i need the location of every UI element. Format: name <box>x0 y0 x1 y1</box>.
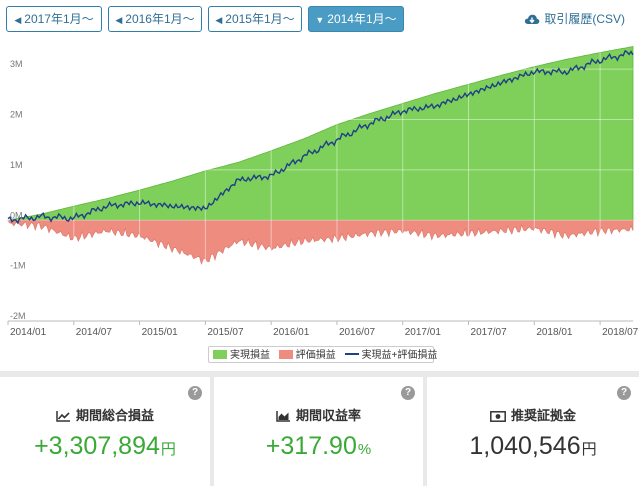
y-tick-label: 0M <box>10 210 23 220</box>
stat-title: 期間総合損益 <box>0 405 210 424</box>
x-tick-label: 2015/01 <box>142 327 179 338</box>
stat-title: 推奨証拠金 <box>427 405 639 424</box>
stat-value: +3,307,894円 <box>34 432 176 460</box>
x-tick-label: 2015/07 <box>207 327 244 338</box>
legend-item-total[interactable]: 実現益+評価損益 <box>344 347 438 364</box>
period-button-2014[interactable]: ▼ 2014年1月〜 <box>308 6 404 32</box>
help-icon[interactable]: ? <box>617 386 631 400</box>
period-button-2016[interactable]: ◀ 2016年1月〜 <box>108 6 202 32</box>
help-icon[interactable]: ? <box>401 386 415 400</box>
x-tick-label: 2014/07 <box>76 327 113 338</box>
x-tick-label: 2018/01 <box>536 327 573 338</box>
period-label: 2015年1月〜 <box>225 12 295 26</box>
stats-panel: ? 期間総合損益 +3,307,894円 ? 期間収益率 +317.90% ? … <box>0 371 639 492</box>
legend-item-realized[interactable]: 実現損益 <box>213 347 270 364</box>
legend-label: 実現益+評価損益 <box>361 350 438 361</box>
stat-value: 1,040,546円 <box>469 432 597 460</box>
period-label: 2017年1月〜 <box>24 12 94 26</box>
period-label: 2016年1月〜 <box>125 12 195 26</box>
period-button-2017[interactable]: ◀ 2017年1月〜 <box>6 6 102 32</box>
y-tick-label: 2M <box>10 110 23 120</box>
x-tick-label: 2018/07 <box>602 327 639 338</box>
x-tick-label: 2016/07 <box>339 327 376 338</box>
y-tick-label: -1M <box>10 261 26 271</box>
y-tick-label: 1M <box>10 160 23 170</box>
period-toolbar: ◀ 2017年1月〜 ◀ 2016年1月〜 ◀ 2015年1月〜 ▼ 2014年1月〜 … <box>0 0 639 40</box>
period-label: 2014年1月〜 <box>327 12 397 26</box>
stat-value: +317.90% <box>265 432 372 460</box>
y-tick-label: -2M <box>10 311 26 321</box>
line-chart-icon <box>56 411 70 422</box>
csv-download-link[interactable]: 取引履歴(CSV) <box>524 10 625 27</box>
legend-swatch <box>344 353 359 355</box>
x-tick-label: 2017/01 <box>405 327 442 338</box>
cloud-download-icon <box>525 14 540 24</box>
caret-left-icon: ◀ <box>14 15 22 25</box>
csv-link-label: 取引履歴(CSV) <box>544 12 625 26</box>
chart-legend: 実現損益 評価損益 実現益+評価損益 <box>208 346 437 364</box>
x-tick-label: 2014/01 <box>10 327 47 338</box>
area-chart-icon <box>276 411 290 422</box>
caret-left-icon: ◀ <box>115 15 123 25</box>
y-tick-label: 3M <box>10 59 23 69</box>
help-icon[interactable]: ? <box>188 386 202 400</box>
stat-card-recommended-margin: ? 推奨証拠金 1,040,546円 <box>427 377 639 492</box>
pnl-chart-svg: -2M -1M 0M 1M 2M 3M 2014/01 2014/07 2015/01 2015/… <box>7 44 639 338</box>
caret-down-icon: ▼ <box>315 15 325 25</box>
period-button-2015[interactable]: ◀ 2015年1月〜 <box>208 6 302 32</box>
legend-label: 評価損益 <box>295 350 336 361</box>
money-icon <box>490 411 506 422</box>
x-tick-label: 2016/01 <box>273 327 310 338</box>
legend-swatch <box>278 350 293 359</box>
stat-title: 期間収益率 <box>214 405 423 424</box>
stat-card-return-rate: ? 期間収益率 +317.90% <box>214 377 423 492</box>
x-tick-label: 2017/07 <box>471 327 508 338</box>
stat-card-total-pnl: ? 期間総合損益 +3,307,894円 <box>0 377 210 492</box>
legend-item-unrealized[interactable]: 評価損益 <box>278 347 336 364</box>
legend-label: 実現損益 <box>230 350 270 361</box>
legend-swatch <box>213 350 227 359</box>
caret-left-icon: ◀ <box>215 15 223 25</box>
pnl-chart: -2M -1M 0M 1M 2M 3M 2014/01 2014/07 2015/01 2015/… <box>0 40 639 370</box>
